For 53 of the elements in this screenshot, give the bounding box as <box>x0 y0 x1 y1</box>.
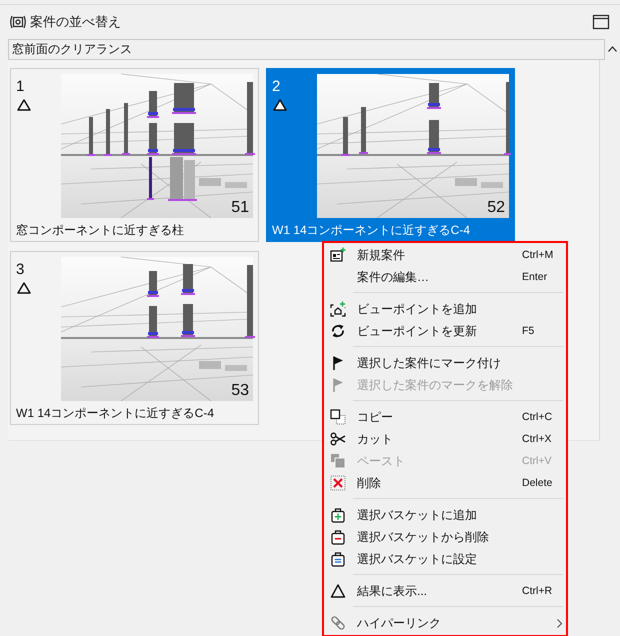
menu-item[interactable]: 削除 Delete <box>324 472 566 494</box>
shortcut-label: Ctrl+R <box>522 585 552 597</box>
case-caption: W1 14コンポーネントに近すぎるC-4 <box>272 222 472 239</box>
menu-item[interactable]: ビューポイントを更新 F5 <box>324 320 566 342</box>
menu-item[interactable]: ビューポイントを追加 <box>324 298 566 320</box>
menu-item[interactable]: コピー Ctrl+C <box>324 406 566 428</box>
panel-title: 案件の並べ替え <box>30 13 122 31</box>
scissors-icon <box>330 431 346 447</box>
refresh-icon <box>330 323 346 339</box>
copy-icon <box>330 409 346 425</box>
shortcut-label: Ctrl+X <box>522 433 552 445</box>
window-icon[interactable] <box>593 15 609 29</box>
shortcut-label: Delete <box>522 477 552 489</box>
triangle-icon <box>17 99 31 111</box>
frame-house-plus-icon <box>330 301 346 317</box>
bag-plus-icon <box>330 507 346 523</box>
shortcut-label: Ctrl+V <box>522 455 552 467</box>
triangle-icon <box>17 282 31 294</box>
bag-equals-icon <box>330 551 346 567</box>
menu-item[interactable]: 選択バスケットに設定 <box>324 548 566 570</box>
case-card[interactable]: 2 52 W1 14コンポーネントに近すぎるC-4 <box>266 68 515 242</box>
menu-item[interactable]: ハイパーリンク <box>324 612 566 634</box>
menu-item[interactable]: 案件の編集… Enter <box>324 266 566 288</box>
menu-item[interactable]: 選択した案件にマーク付け <box>324 352 566 374</box>
shortcut-label: Ctrl+M <box>522 249 554 261</box>
triangle-icon <box>273 99 287 111</box>
case-number: 3 <box>16 262 24 278</box>
count-label: 53 <box>231 382 249 400</box>
link-icon <box>330 615 346 631</box>
case-number: 1 <box>16 79 24 95</box>
count-label: 52 <box>487 199 505 217</box>
menu-item[interactable]: カット Ctrl+X <box>324 428 566 450</box>
menu-item[interactable]: 結果に表示... Ctrl+R <box>324 580 566 602</box>
paste-icon <box>330 453 346 469</box>
case-caption: 窓コンポーネントに近すぎる柱 <box>16 222 185 239</box>
bag-minus-icon <box>330 529 346 545</box>
shortcut-label: F5 <box>522 325 534 337</box>
card-plus-icon <box>330 247 346 263</box>
case-card[interactable]: 1 51 窓コンポーネントに近すぎる柱 <box>10 68 259 242</box>
chevron-up-icon[interactable] <box>608 46 617 52</box>
menu-item[interactable]: 選択バスケットから削除 <box>324 526 566 548</box>
menu-item[interactable]: 新規案件 Ctrl+M <box>324 244 566 266</box>
case-card[interactable]: 3 53 W1 14コンポーネントに近すぎるC-4 <box>10 251 259 425</box>
delete-icon <box>330 475 346 491</box>
count-label: 51 <box>231 199 249 217</box>
shortcut-label: Ctrl+C <box>522 411 552 423</box>
group-header: 窓前面のクリアランス <box>8 39 605 60</box>
menu-item[interactable]: 選択バスケットに追加 <box>324 504 566 526</box>
case-caption: W1 14コンポーネントに近すぎるC-4 <box>16 405 216 422</box>
triangle-icon <box>330 583 346 599</box>
case-number: 2 <box>272 79 280 95</box>
shortcut-label: Enter <box>522 271 548 283</box>
framed-circle-icon <box>10 15 26 29</box>
